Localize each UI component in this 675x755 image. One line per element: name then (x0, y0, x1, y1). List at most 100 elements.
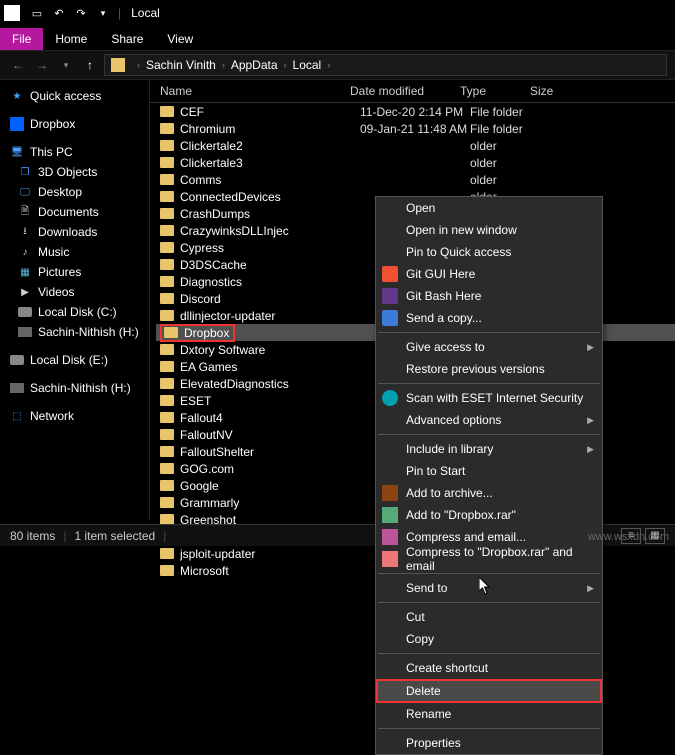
qat-new-folder-icon[interactable]: ▭ (29, 5, 45, 21)
menu-item[interactable]: Pin to Quick access (376, 241, 602, 263)
breadcrumb[interactable]: › Sachin Vinith › AppData › Local › (104, 54, 667, 76)
menu-item[interactable]: Compress to "Dropbox.rar" and email (376, 548, 602, 570)
menu-item[interactable]: Properties (376, 732, 602, 754)
chevron-right-icon[interactable]: › (137, 60, 140, 70)
file-name: Clickertale2 (180, 139, 360, 153)
sidebar-item-local-disk-e[interactable]: Local Disk (E:) (0, 350, 149, 370)
column-headers: Name Date modified Type Size (150, 80, 675, 103)
sidebar-item-drive-h[interactable]: Sachin-Nithish (H:) (0, 322, 149, 342)
file-type: older (470, 139, 540, 153)
col-size[interactable]: Size (530, 84, 580, 98)
rar3-icon (382, 529, 398, 545)
menu-item[interactable]: Rename (376, 703, 602, 725)
menu-item[interactable]: Send a copy... (376, 307, 602, 329)
table-row[interactable]: Clickertale2 older (156, 137, 675, 154)
sidebar-item-3d-objects[interactable]: ❒3D Objects (0, 162, 149, 182)
file-date: 11-Dec-20 2:14 PM (360, 105, 470, 119)
qat-redo-icon[interactable]: ↷ (73, 5, 89, 21)
menu-item-label: Git Bash Here (406, 289, 481, 303)
col-type[interactable]: Type (460, 84, 530, 98)
sidebar-item-local-disk-c[interactable]: Local Disk (C:) (0, 302, 149, 322)
sidebar-label: Music (38, 245, 69, 259)
sidebar-item-pictures[interactable]: ▦Pictures (0, 262, 149, 282)
sidebar-network[interactable]: ⬚Network (0, 406, 149, 426)
table-row[interactable]: Chromium09-Jan-21 11:48 AMFile folder (156, 120, 675, 137)
folder-icon (160, 361, 174, 372)
qat-undo-icon[interactable]: ↶ (51, 5, 67, 21)
menu-item[interactable]: Add to "Dropbox.rar" (376, 504, 602, 526)
menu-item[interactable]: Copy (376, 628, 602, 650)
tab-share[interactable]: Share (99, 28, 155, 50)
file-name: Dropbox (184, 326, 229, 340)
menu-item[interactable]: Advanced options▶ (376, 409, 602, 431)
file-name: D3DSCache (180, 258, 360, 272)
menu-item[interactable]: Add to archive... (376, 482, 602, 504)
table-row[interactable]: Clickertale3older (156, 154, 675, 171)
file-name: Google (180, 479, 360, 493)
table-row[interactable]: Commsolder (156, 171, 675, 188)
sidebar-label: Sachin-Nithish (H:) (30, 381, 131, 395)
menu-separator (378, 434, 600, 435)
status-divider: | (63, 529, 66, 543)
tab-file[interactable]: File (0, 28, 43, 50)
qat-customize-icon[interactable]: ▾ (95, 5, 111, 21)
menu-item[interactable]: Scan with ESET Internet Security (376, 387, 602, 409)
crumb-0[interactable]: Sachin Vinith (146, 58, 216, 72)
menu-item[interactable]: Include in library▶ (376, 438, 602, 460)
menu-item-label: Git GUI Here (406, 267, 475, 281)
sidebar-label: Documents (38, 205, 99, 219)
chevron-right-icon[interactable]: › (222, 60, 225, 70)
menu-item[interactable]: Pin to Start (376, 460, 602, 482)
tab-home[interactable]: Home (43, 28, 99, 50)
back-button[interactable]: ← (8, 55, 28, 75)
folder-icon (160, 259, 174, 270)
chevron-right-icon[interactable]: › (327, 60, 330, 70)
menu-separator (378, 332, 600, 333)
chevron-right-icon[interactable]: › (284, 60, 287, 70)
col-name[interactable]: Name (160, 84, 350, 98)
sidebar-label: Desktop (38, 185, 82, 199)
sidebar-item-music[interactable]: ♪Music (0, 242, 149, 262)
rar2-icon (382, 507, 398, 523)
menu-item[interactable]: Give access to▶ (376, 336, 602, 358)
tab-view[interactable]: View (155, 28, 205, 50)
menu-item[interactable]: Open in new window (376, 219, 602, 241)
menu-item[interactable]: Git Bash Here (376, 285, 602, 307)
crumb-1[interactable]: AppData (231, 58, 278, 72)
sidebar-item-desktop[interactable]: 🖵Desktop (0, 182, 149, 202)
menu-item[interactable]: Open (376, 197, 602, 219)
usb-icon (10, 381, 24, 395)
col-date[interactable]: Date modified (350, 84, 460, 98)
sidebar-item-videos[interactable]: ▶Videos (0, 282, 149, 302)
menu-item[interactable]: Create shortcut (376, 657, 602, 679)
sidebar-dropbox[interactable]: Dropbox (0, 114, 149, 134)
sidebar-this-pc[interactable]: 🖥 This PC (0, 142, 149, 162)
forward-button[interactable]: → (32, 55, 52, 75)
up-button[interactable]: ↑ (80, 55, 100, 75)
document-icon: 🗎 (18, 205, 32, 219)
folder-icon (160, 497, 174, 508)
folder-icon (160, 548, 174, 559)
sidebar-quick-access[interactable]: ★ Quick access (0, 86, 149, 106)
menu-item[interactable]: Delete (376, 679, 602, 703)
file-type: File folder (470, 105, 540, 119)
sidebar-label: Sachin-Nithish (H:) (38, 325, 139, 339)
crumb-2[interactable]: Local (293, 58, 322, 72)
address-bar: ← → ▾ ↑ › Sachin Vinith › AppData › Loca… (0, 50, 675, 80)
file-type: older (470, 156, 540, 170)
status-divider: | (163, 529, 166, 543)
window-title: Local (131, 6, 160, 20)
menu-item-label: Open (406, 201, 435, 215)
menu-item[interactable]: Git GUI Here (376, 263, 602, 285)
menu-item[interactable]: Send to▶ (376, 577, 602, 599)
rar-icon (382, 485, 398, 501)
table-row[interactable]: CEF11-Dec-20 2:14 PMFile folder (156, 103, 675, 120)
file-pane: Name Date modified Type Size CEF11-Dec-2… (150, 80, 675, 520)
sidebar-item-downloads[interactable]: ⭳Downloads (0, 222, 149, 242)
menu-item[interactable]: Restore previous versions (376, 358, 602, 380)
file-name: GOG.com (180, 462, 360, 476)
menu-item[interactable]: Cut (376, 606, 602, 628)
recent-dropdown[interactable]: ▾ (56, 55, 76, 75)
sidebar-item-drive-h-2[interactable]: Sachin-Nithish (H:) (0, 378, 149, 398)
sidebar-item-documents[interactable]: 🗎 Documents (0, 202, 149, 222)
